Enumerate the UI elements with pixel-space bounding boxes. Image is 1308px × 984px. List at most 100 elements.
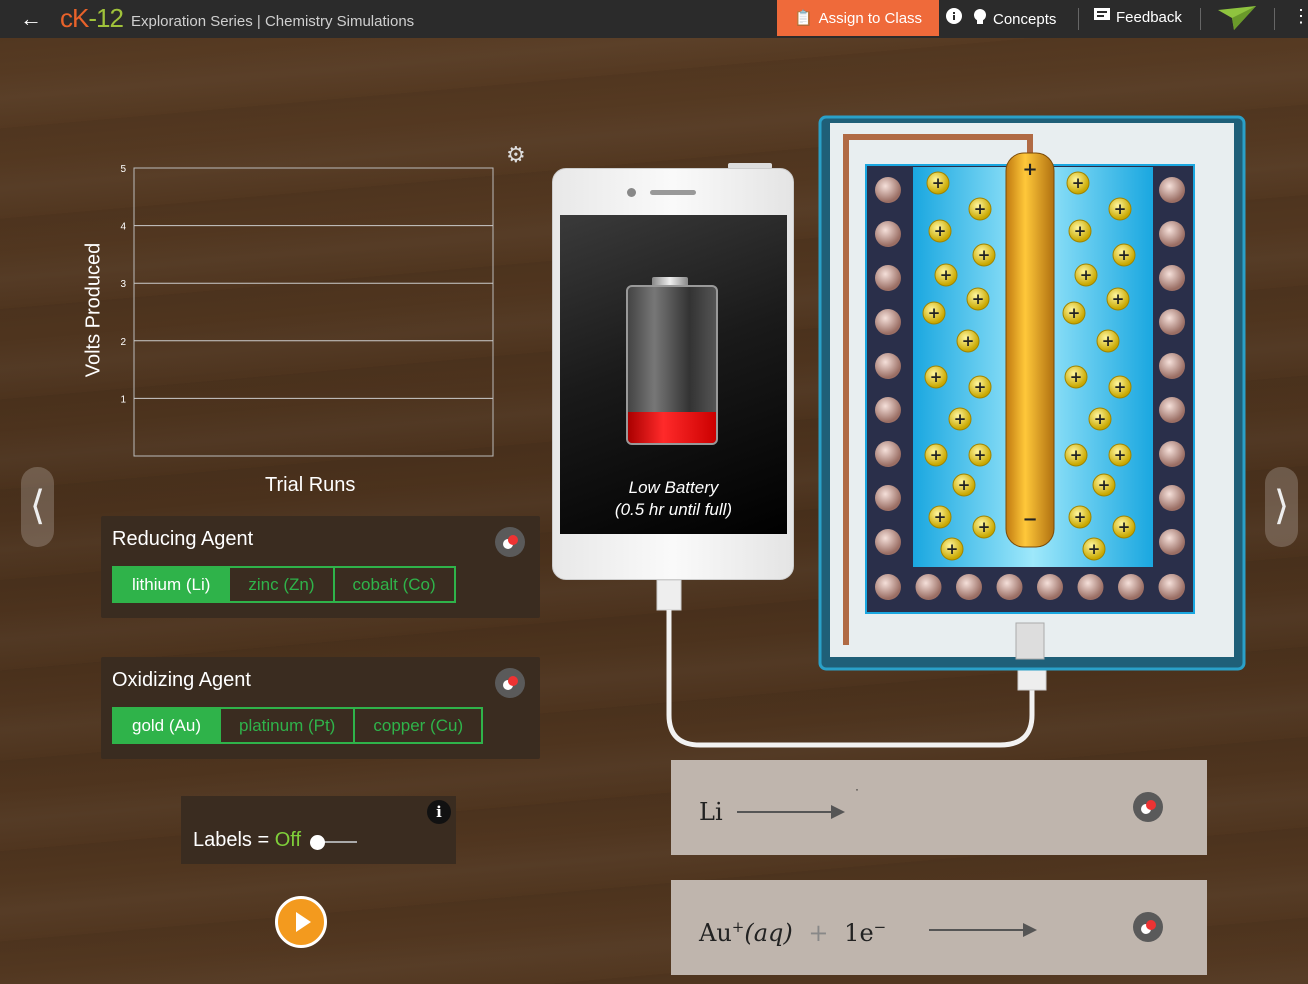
- option-lithium[interactable]: lithium (Li): [114, 568, 231, 601]
- clipboard-icon: 📋: [793, 10, 813, 27]
- oxidizing-agent-title: Oxidizing Agent: [112, 669, 251, 691]
- metal-atom: [875, 441, 901, 467]
- metal-atom: [1159, 221, 1185, 247]
- metal-atom: [1159, 265, 1185, 291]
- ion-charge: +: [940, 266, 953, 284]
- play-icon: [295, 912, 311, 932]
- oxidation-equation-panel: Li ·: [671, 760, 1207, 855]
- ion-charge: +: [1070, 446, 1083, 464]
- metal-atom: [915, 574, 942, 600]
- battery-status-line1: Low Battery: [628, 478, 719, 497]
- ion-charge: +: [930, 368, 943, 386]
- ion-charge: +: [1112, 290, 1125, 308]
- reaction-arrow-icon: [737, 805, 845, 819]
- oxidation-equation: Li: [699, 798, 723, 826]
- ion-charge: +: [1114, 446, 1127, 464]
- header-divider: [1200, 8, 1201, 30]
- logo-ck: cK: [60, 3, 89, 33]
- option-cobalt[interactable]: cobalt (Co): [335, 568, 454, 601]
- ion-charge: +: [1074, 222, 1087, 240]
- assign-to-class-button[interactable]: 📋 Assign to Class: [777, 0, 939, 36]
- header-divider: [1078, 8, 1079, 30]
- eq2-charge: +: [731, 918, 745, 936]
- ion-charge: +: [1118, 518, 1131, 536]
- metal-atom: [1159, 441, 1185, 467]
- metal-atom: [996, 574, 1023, 600]
- chart-y-tick-label: 2: [120, 337, 126, 348]
- chart-gridlines: [134, 225, 493, 399]
- ion-charge: +: [932, 174, 945, 192]
- molecule-icon[interactable]: [1133, 912, 1163, 942]
- molecule-icon[interactable]: [495, 668, 525, 698]
- metal-atom: [1159, 529, 1185, 555]
- labels-toggle-knob[interactable]: [310, 835, 325, 850]
- battery-cap: [652, 277, 688, 285]
- metal-atom: [875, 397, 901, 423]
- paper-plane-icon[interactable]: [1218, 6, 1256, 30]
- reducing-agent-panel: Reducing Agent lithium (Li) zinc (Zn) co…: [101, 516, 540, 618]
- ion-charge: +: [954, 410, 967, 428]
- play-button[interactable]: [275, 896, 327, 948]
- reaction-arrow-icon: [929, 923, 1037, 937]
- ion-charge: +: [930, 446, 943, 464]
- ion-charge: +: [934, 222, 947, 240]
- ck12-logo[interactable]: cK-12: [60, 3, 124, 34]
- feedback-button[interactable]: Feedback: [1094, 8, 1182, 26]
- chart-y-tick-label: 1: [120, 394, 126, 405]
- oxidizing-agent-panel: Oxidizing Agent gold (Au) platinum (Pt) …: [101, 657, 540, 759]
- info-icon[interactable]: i: [427, 800, 451, 824]
- gear-icon[interactable]: ⚙: [506, 142, 526, 168]
- concepts-button[interactable]: Concepts: [973, 8, 1056, 30]
- concepts-label: Concepts: [993, 10, 1057, 28]
- chart-y-ticks: 1 2 3 4 5: [120, 164, 126, 405]
- reducing-agent-title: Reducing Agent: [112, 528, 254, 550]
- cell-connector: [1015, 622, 1045, 660]
- ion-charge: +: [1088, 540, 1101, 558]
- labels-toggle-text: Labels = Off: [193, 829, 301, 852]
- feedback-icon: [1094, 8, 1110, 26]
- eq2-electron-charge: −: [873, 918, 887, 936]
- metal-atom: [875, 177, 901, 203]
- molecule-icon[interactable]: [1133, 792, 1163, 822]
- chart-y-tick-label: 4: [120, 222, 126, 233]
- option-gold[interactable]: gold (Au): [114, 709, 221, 742]
- metal-atom: [1159, 397, 1185, 423]
- ion-charge: +: [974, 200, 987, 218]
- labels-panel: i Labels = Off: [181, 796, 456, 864]
- feedback-label: Feedback: [1116, 8, 1182, 26]
- ion-charge: +: [974, 378, 987, 396]
- ion-charge: +: [1072, 174, 1085, 192]
- option-platinum[interactable]: platinum (Pt): [221, 709, 356, 742]
- ion-charge: +: [1070, 368, 1083, 386]
- ion-charge: +: [928, 304, 941, 322]
- reducing-agent-selector: lithium (Li) zinc (Zn) cobalt (Co): [112, 566, 456, 603]
- chart-y-tick-label: 3: [120, 279, 126, 290]
- eq2-electron: 1e: [844, 919, 874, 947]
- top-bar: ← cK-12 Exploration Series | Chemistry S…: [0, 0, 1308, 38]
- ion-charge: +: [962, 332, 975, 350]
- info-icon[interactable]: [946, 8, 962, 24]
- eq2-ion: Au: [699, 919, 732, 947]
- prev-arrow-button[interactable]: ⟨: [21, 467, 54, 547]
- next-arrow-button[interactable]: ⟩: [1265, 467, 1298, 547]
- metal-atom: [875, 574, 901, 600]
- metal-atom: [956, 574, 982, 600]
- ion-charge: +: [978, 518, 991, 536]
- ion-charge: +: [1094, 410, 1107, 428]
- metal-atom: [875, 529, 901, 555]
- molecule-icon[interactable]: [495, 527, 525, 557]
- metal-atom: [1159, 353, 1185, 379]
- ion-charge: +: [1114, 200, 1127, 218]
- option-copper[interactable]: copper (Cu): [355, 709, 481, 742]
- battery-status-text: Low Battery (0.5 hr until full): [560, 477, 787, 521]
- ion-charge: +: [1114, 378, 1127, 396]
- metal-atom: [875, 309, 901, 335]
- back-arrow-icon[interactable]: ←: [20, 6, 42, 32]
- reduction-equation: Au+(aq) + 1e−: [699, 918, 886, 947]
- battery-icon: [626, 285, 718, 445]
- smartphone: Low Battery (0.5 hr until full): [552, 168, 794, 580]
- more-menu-icon[interactable]: ⋮: [1292, 6, 1308, 27]
- electrochemical-cell: + − ++++++++++++ +++++++++++++++++ +++++: [818, 115, 1246, 671]
- labels-label: Labels =: [193, 829, 270, 851]
- option-zinc[interactable]: zinc (Zn): [230, 568, 335, 601]
